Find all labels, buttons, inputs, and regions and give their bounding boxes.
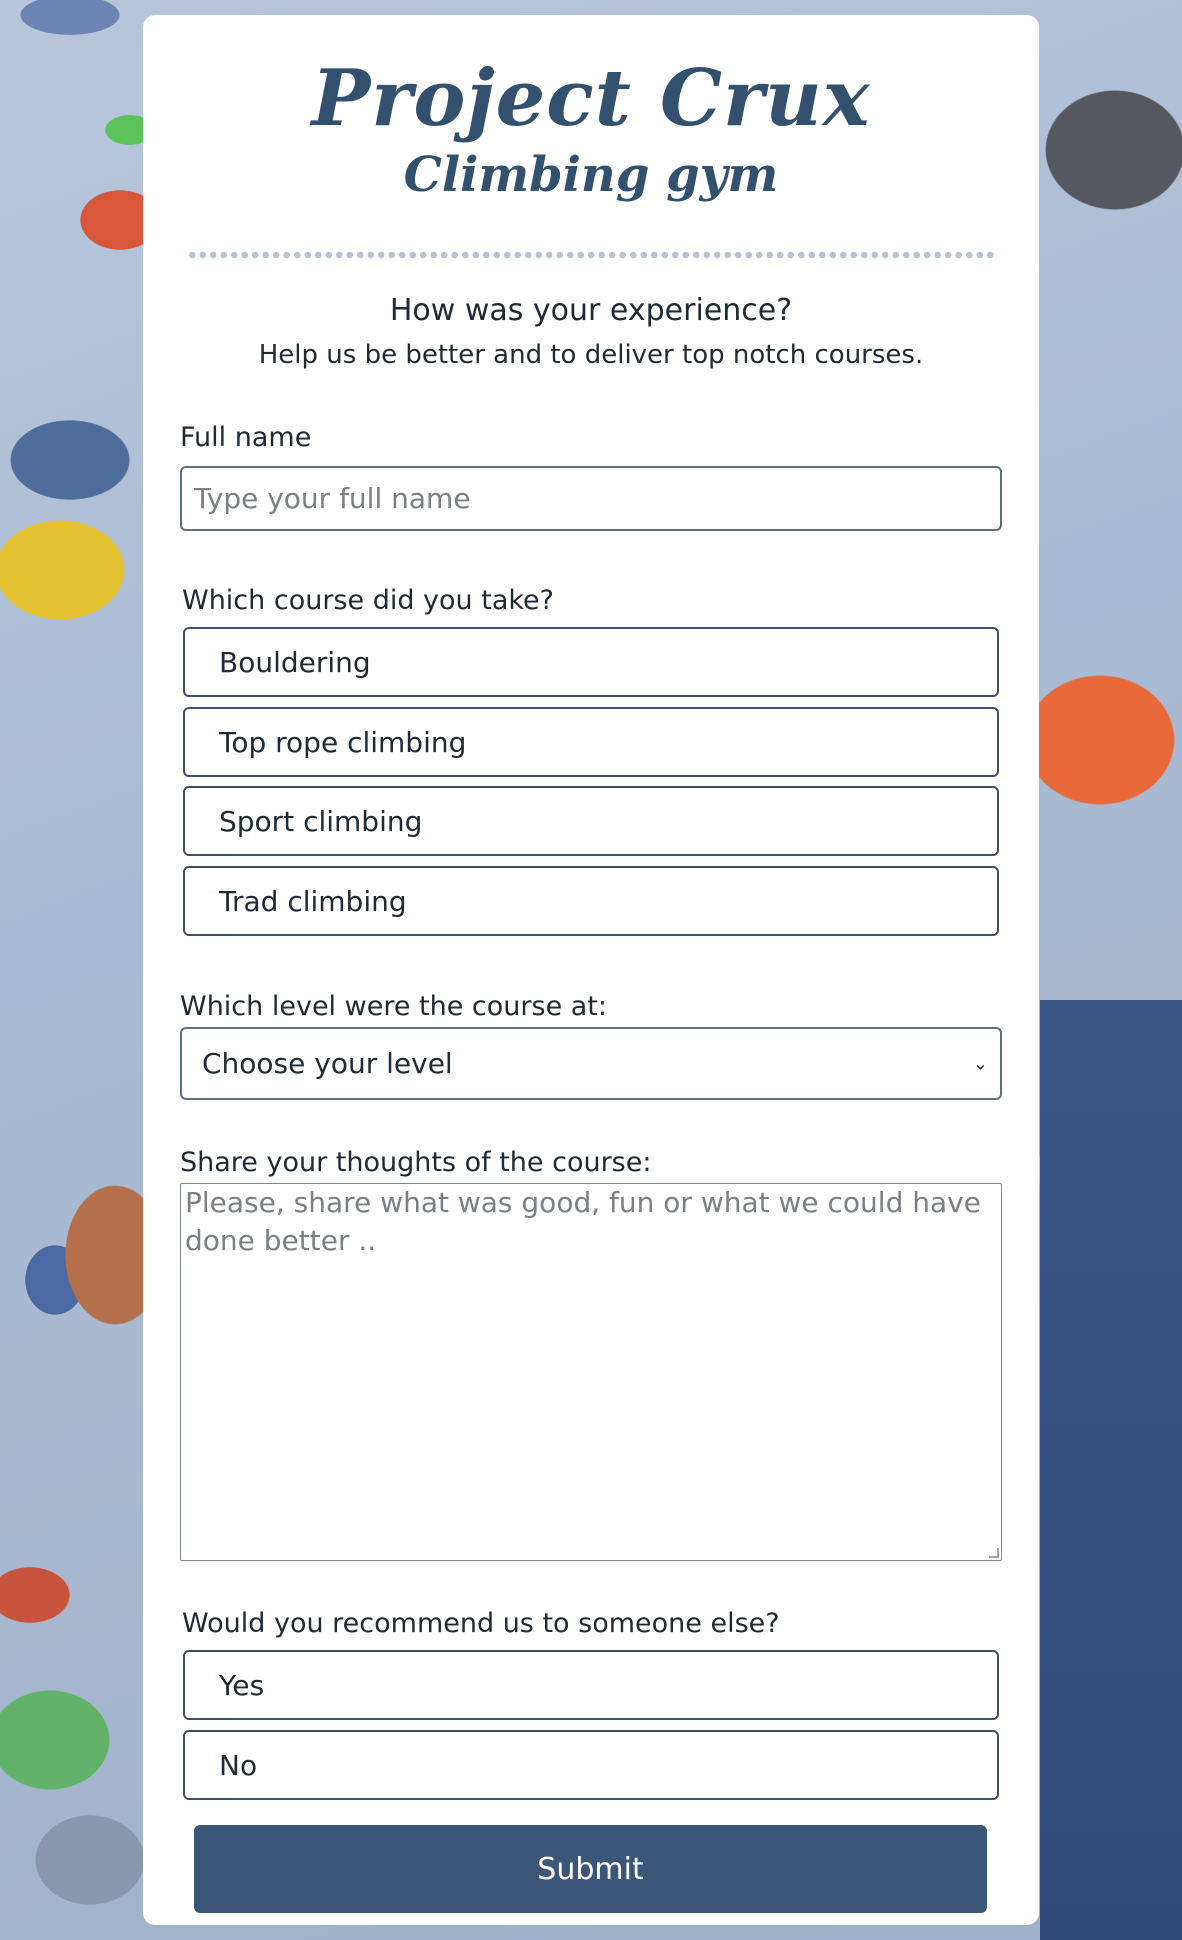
fullname-input[interactable]: Type your full name: [180, 466, 1002, 531]
background-wall-panel: [1040, 1000, 1182, 1940]
intro-subheading: Help us be better and to deliver top not…: [258, 340, 924, 370]
chevron-down-icon: ⌄: [972, 1053, 988, 1074]
course-option-top-rope[interactable]: Top rope climbing: [183, 707, 999, 777]
recommend-option-label: No: [219, 1748, 258, 1782]
course-option-bouldering[interactable]: Bouldering: [183, 627, 999, 697]
submit-button[interactable]: Submit: [194, 1825, 987, 1913]
course-option-label: Top rope climbing: [219, 725, 467, 759]
intro-heading: How was your experience?: [389, 293, 793, 328]
course-option-sport[interactable]: Sport climbing: [183, 786, 999, 856]
course-option-label: Bouldering: [219, 645, 371, 679]
dotted-divider: [187, 251, 995, 259]
resize-handle-icon[interactable]: [989, 1548, 999, 1558]
fullname-label: Full name: [180, 422, 312, 453]
brand-subtitle: Climbing gym: [403, 147, 779, 203]
thoughts-textarea[interactable]: Please, share what was good, fun or what…: [180, 1183, 1002, 1561]
level-selected-value: Choose your level: [202, 1047, 453, 1080]
thoughts-label: Share your thoughts of the course:: [180, 1147, 652, 1178]
course-label: Which course did you take?: [182, 585, 554, 616]
brand-title: Project Crux: [311, 53, 871, 144]
recommend-option-no[interactable]: No: [183, 1730, 999, 1800]
fullname-placeholder: Type your full name: [194, 482, 471, 515]
recommend-option-label: Yes: [219, 1668, 265, 1702]
course-option-trad[interactable]: Trad climbing: [183, 866, 999, 936]
survey-card: Project Crux Climbing gym How was your e…: [143, 15, 1039, 1925]
course-option-label: Sport climbing: [219, 804, 423, 838]
level-select[interactable]: Choose your level ⌄: [180, 1027, 1002, 1100]
recommend-option-yes[interactable]: Yes: [183, 1650, 999, 1720]
thoughts-placeholder: Please, share what was good, fun or what…: [185, 1186, 981, 1257]
course-option-label: Trad climbing: [219, 884, 407, 918]
recommend-label: Would you recommend us to someone else?: [182, 1608, 780, 1639]
level-label: Which level were the course at:: [180, 991, 607, 1022]
